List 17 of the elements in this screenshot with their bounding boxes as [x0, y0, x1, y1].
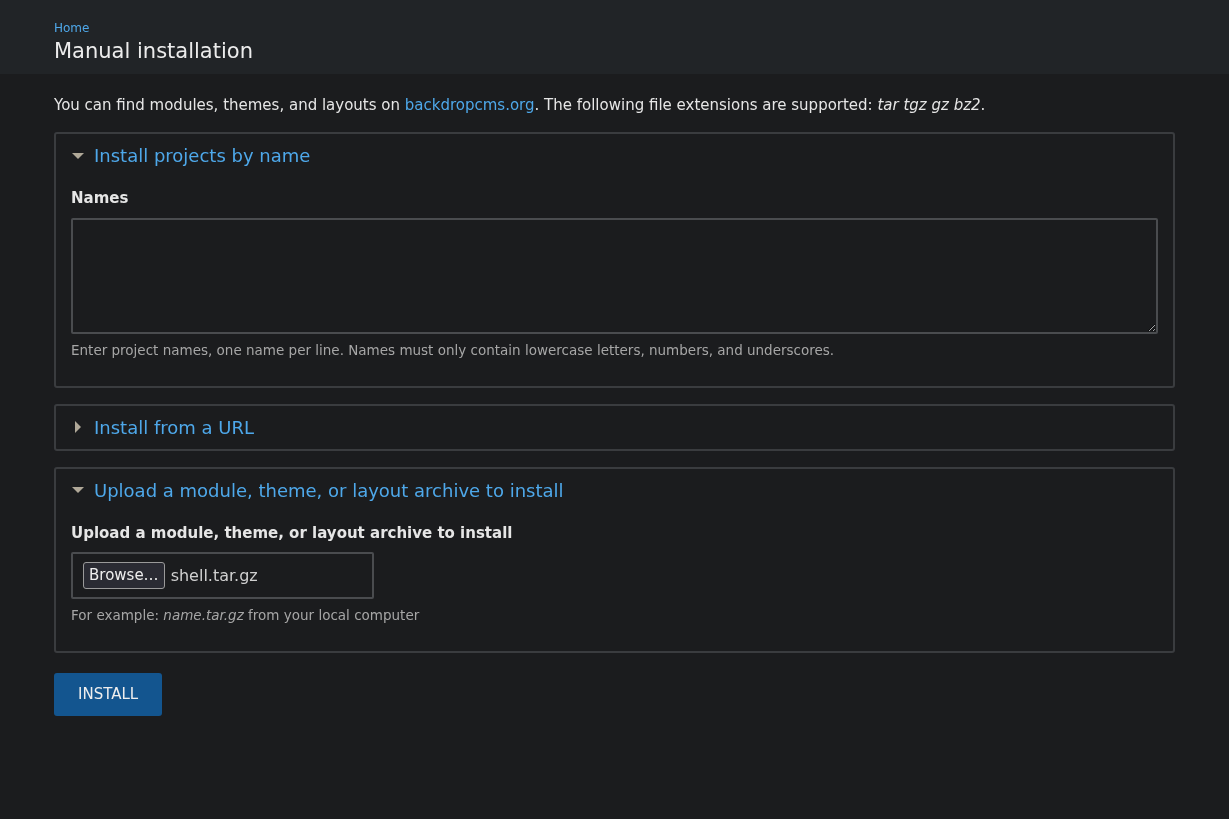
help-text: Enter project names, one name per line. Names must only contain lowercase letters, numbers, and underscores. [71, 340, 836, 360]
field-label: Upload a module, theme, or layout archive to install [71, 522, 514, 544]
section-toggle[interactable]: Install from a URL [56, 405, 1173, 449]
caret-right-icon [72, 421, 84, 434]
file-field[interactable]: Browse… shell.tar.gz [71, 552, 374, 599]
intro-text: You can find modules, themes, and layouts on backdropcms.org. The following file extensions are supported: tar tgz gz bz2. [54, 94, 987, 116]
names-field[interactable] [71, 217, 1158, 334]
file-name: shell.tar.gz [170, 564, 258, 587]
page-title: Manual installation [54, 38, 254, 64]
help-text: For example: name.tar.gz from your local computer [71, 605, 421, 625]
field-label: Names [71, 188, 130, 210]
browse-button[interactable]: Browse… [83, 562, 165, 589]
section-toggle[interactable]: Install projects by name [56, 134, 1173, 178]
breadcrumb-link[interactable]: Home [54, 19, 90, 37]
install-button[interactable]: INSTALL [54, 673, 163, 716]
website-link[interactable]: backdropcms.org [404, 95, 535, 114]
section-toggle[interactable]: Upload a module, theme, or layout archive to install [56, 468, 1173, 512]
